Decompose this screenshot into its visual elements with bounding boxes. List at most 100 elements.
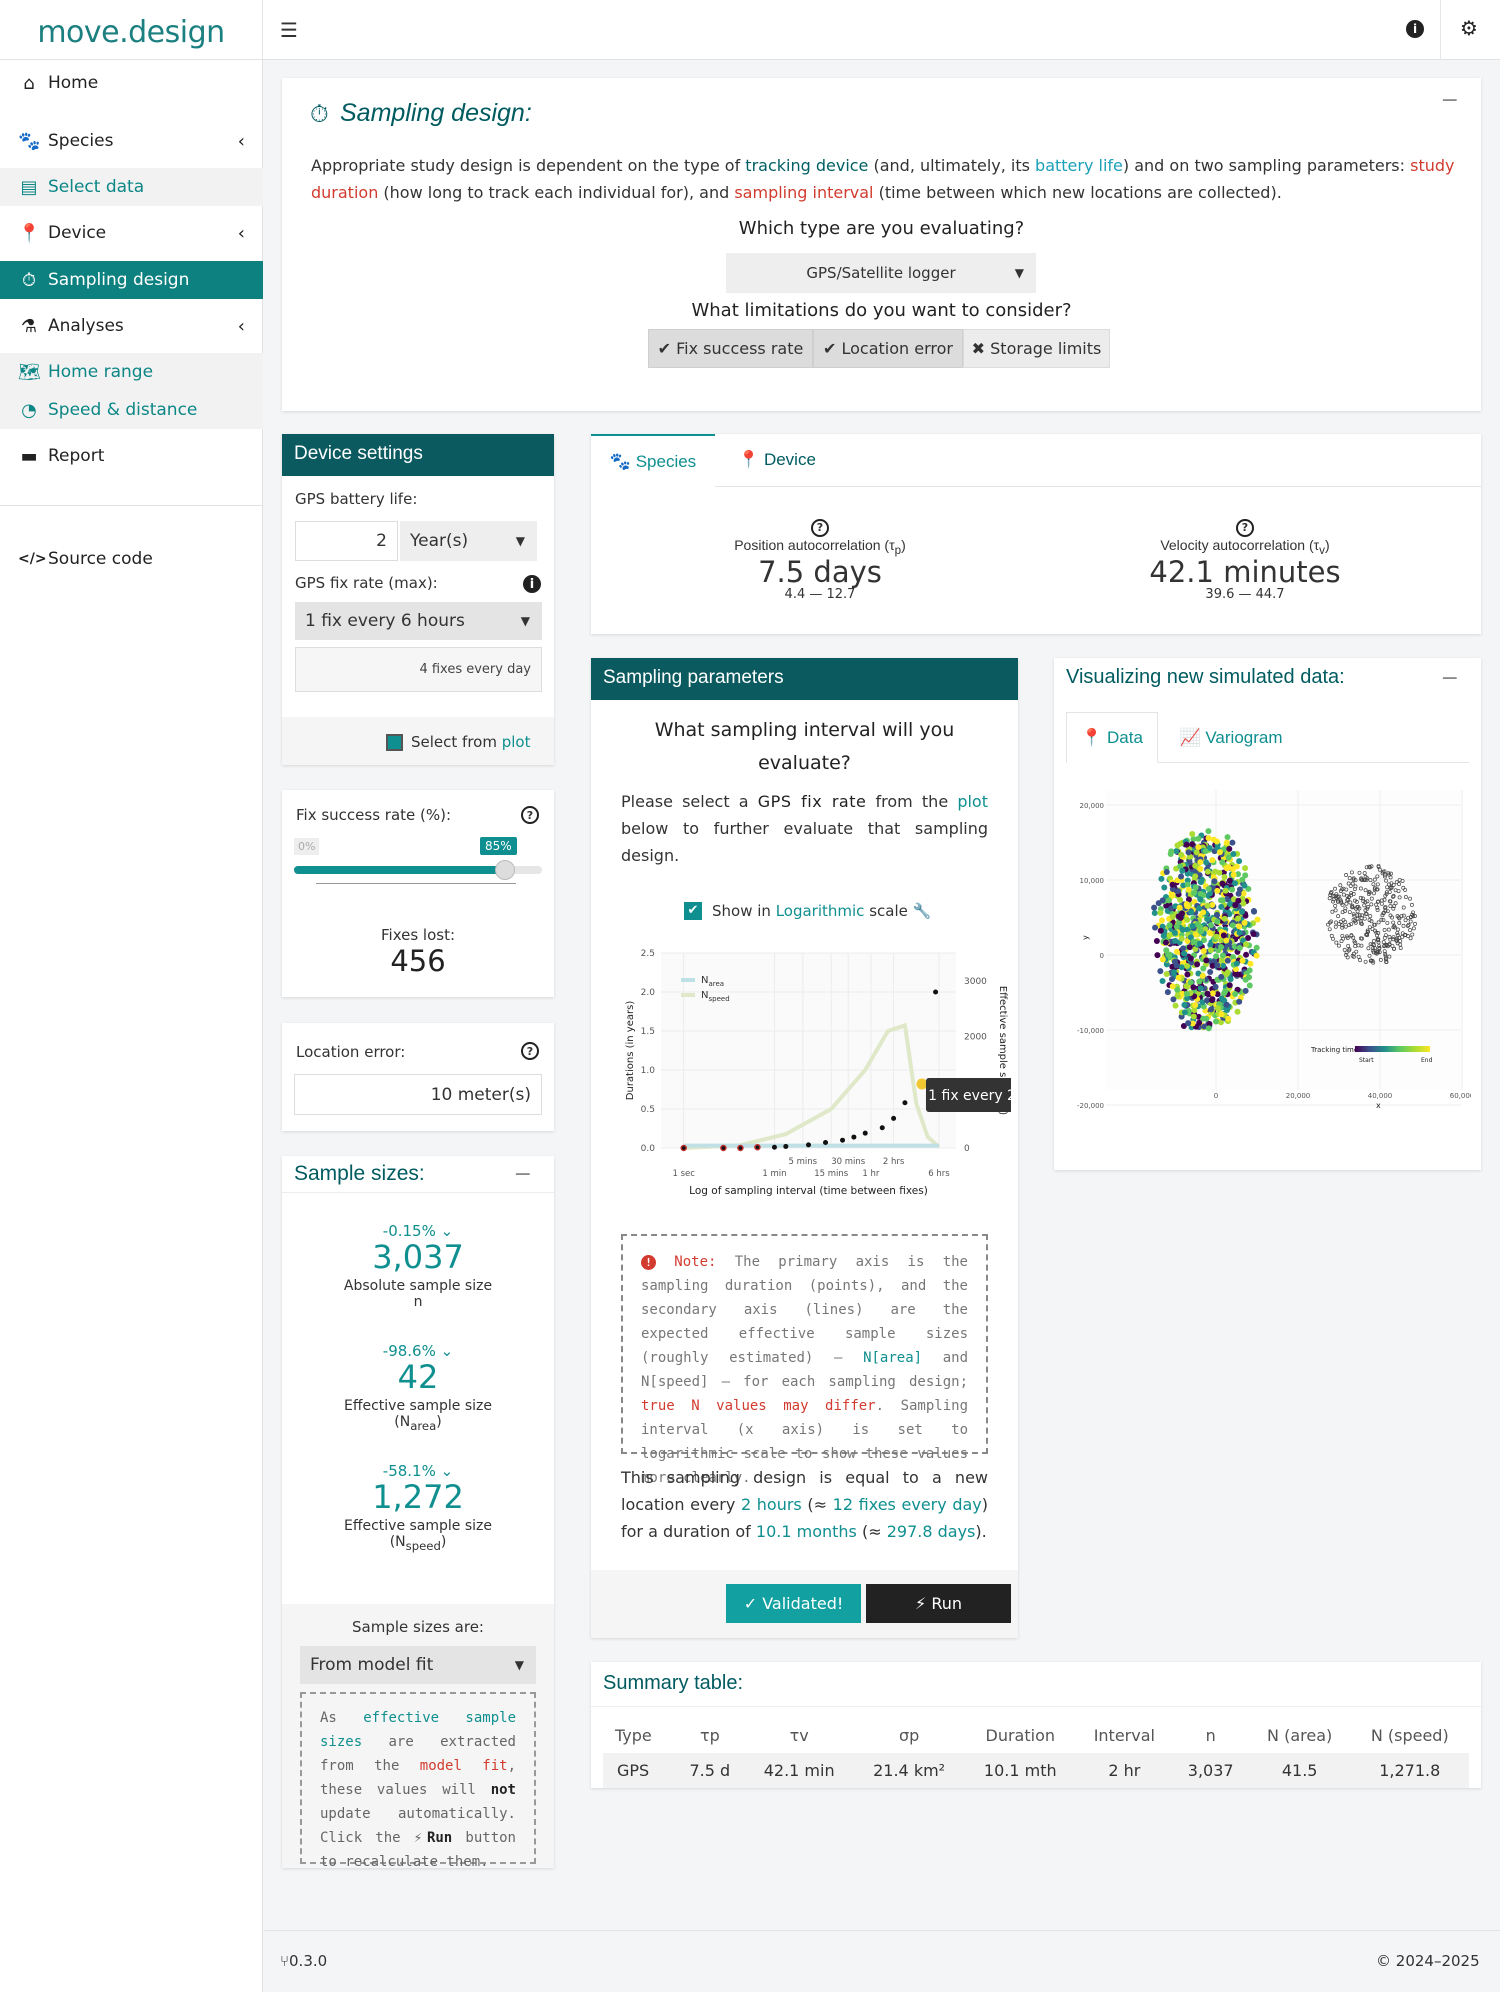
track-point <box>1207 922 1214 929</box>
gears-icon[interactable]: ⚙ <box>1460 16 1478 40</box>
tab-species[interactable]: 🐾 Species <box>591 434 715 487</box>
summary-table-box: Summary table: Type τp τv σp Duration In… <box>591 1662 1481 1788</box>
collapse-button[interactable]: − <box>1441 666 1459 691</box>
track-point <box>1250 930 1257 937</box>
track-point <box>1195 844 1202 851</box>
data-point <box>879 1125 885 1131</box>
track-point <box>1213 1018 1220 1025</box>
table-row[interactable]: GPS 7.5 d 42.1 min 21.4 km² 10.1 mth 2 h… <box>603 1753 1469 1788</box>
sidebar-item-sampling-design[interactable]: ⏱ Sampling design <box>0 261 263 299</box>
exclamation-icon: ! <box>641 1255 656 1270</box>
track-point <box>1229 839 1236 846</box>
track-point <box>1161 884 1168 891</box>
info-icon[interactable]: i <box>1406 20 1424 38</box>
track-point <box>1220 932 1227 939</box>
track-point <box>1185 1020 1192 1027</box>
sampling-design-box: ⏱ Sampling design: − Appropriate study d… <box>282 78 1481 411</box>
x-tick-label: 30 mins <box>831 1157 866 1167</box>
track-point <box>1224 969 1231 976</box>
track-point <box>1184 963 1191 970</box>
track-point <box>1242 976 1249 983</box>
sidebar-item-device[interactable]: 📍 Device ‹ <box>0 210 263 256</box>
tab-variogram[interactable]: 📈 Variogram <box>1166 712 1296 763</box>
sampling-params-box: Sampling parameters What sampling interv… <box>591 658 1018 1638</box>
track-point <box>1203 859 1210 866</box>
fixrate-label: GPS fix rate (max): <box>295 574 438 592</box>
legend-gradient <box>1355 1046 1430 1052</box>
chevron-left-icon: ‹ <box>237 130 245 152</box>
battery-unit-select[interactable]: Year(s) ▼ <box>400 521 537 561</box>
chevron-down-icon: ⌄ <box>440 1342 454 1360</box>
x-tick-label: 20,000 <box>1286 1092 1311 1100</box>
sidebar-item-report[interactable]: ▬ Report <box>0 433 263 479</box>
log-scale-label: Show in Logarithmic scale 🔧 <box>712 902 932 920</box>
sidebar-item-home[interactable]: ⌂ Home <box>0 60 263 106</box>
tab-data[interactable]: 📍 Data <box>1066 712 1158 763</box>
track-point <box>1175 913 1182 920</box>
track-point <box>1169 983 1176 990</box>
track-point <box>1204 990 1211 997</box>
battery-life-input[interactable]: 2 <box>295 521 398 561</box>
sidebar-item-species[interactable]: 🐾 Species ‹ <box>0 118 263 164</box>
validated-button[interactable]: ✓ Validated! <box>726 1584 861 1623</box>
track-point <box>1211 878 1218 885</box>
track-point <box>1219 897 1226 904</box>
track-point <box>1213 911 1220 918</box>
sampling-chart[interactable]: 0.00.51.01.52.02.501000200030001 sec1 mi… <box>621 928 1011 1213</box>
fix-success-rate-toggle[interactable]: ✔ Fix success rate <box>648 329 813 368</box>
run-button[interactable]: ⚡ Run <box>866 1584 1011 1623</box>
track-point <box>1224 1007 1231 1014</box>
chevron-left-icon: ‹ <box>237 222 245 244</box>
track-point <box>1157 909 1164 916</box>
fixes-per-day-field: 4 fixes every day <box>295 647 542 692</box>
app-logo[interactable]: move.design <box>0 0 263 60</box>
track-point <box>1208 1006 1215 1013</box>
line-chart-icon: 📈 <box>1179 727 1206 747</box>
collapse-button[interactable]: − <box>514 1162 532 1187</box>
page-title: Sampling design: <box>340 99 532 127</box>
sidebar-item-home-range[interactable]: 🗺 Home range <box>0 353 263 391</box>
track-point <box>1243 941 1250 948</box>
y-axis-label: Durations (in years) <box>625 1001 636 1101</box>
sidebar-item-analyses[interactable]: ⚗ Analyses ‹ <box>0 303 263 349</box>
track-point <box>1172 1002 1179 1009</box>
log-scale-checkbox[interactable]: ✔ <box>684 902 702 920</box>
caret-down-icon: ▼ <box>520 614 530 628</box>
select-from-plot-checkbox[interactable] <box>386 734 403 751</box>
sidebar-item-select-data[interactable]: ▤ Select data <box>0 168 263 206</box>
question-circle-icon[interactable]: ? <box>521 806 539 824</box>
track-point <box>1168 976 1175 983</box>
simulated-data-plot: 20,000 10,000 0 -10,000 -20,000 0 20,000 40,000… <box>1077 790 1471 1110</box>
location-error-toggle[interactable]: ✔ Location error <box>813 329 963 368</box>
fix-rate-select[interactable]: 1 fix every 6 hours ▼ <box>295 602 542 640</box>
sample-source-select[interactable]: From model fit ▼ <box>300 1646 536 1684</box>
footer <box>264 1930 1500 1992</box>
hamburger-icon[interactable]: ☰ <box>280 18 298 42</box>
map-icon: 🗺 <box>18 361 41 383</box>
track-point <box>1242 865 1249 872</box>
track-point <box>1214 887 1221 894</box>
question-circle-icon[interactable]: ? <box>521 1042 539 1060</box>
sidebar-item-speed-distance[interactable]: ◔ Speed & distance <box>0 391 263 429</box>
track-point <box>1230 871 1237 878</box>
data-point <box>851 1134 857 1140</box>
tab-device[interactable]: 📍 Device <box>715 434 839 486</box>
location-error-input[interactable]: 10 meter(s) <box>294 1074 542 1115</box>
track-point <box>1205 885 1212 892</box>
track-point <box>1172 937 1179 944</box>
sidebar-item-source-code[interactable]: </> Source code <box>0 536 263 582</box>
track-point <box>1229 922 1236 929</box>
slider-handle[interactable] <box>494 860 515 880</box>
collapse-button[interactable]: − <box>1441 88 1459 113</box>
info-icon[interactable]: i <box>523 575 541 593</box>
slider-value-label: 85% <box>480 837 517 855</box>
storage-limits-toggle[interactable]: ✖ Storage limits <box>963 329 1110 368</box>
question-circle-icon[interactable]: ? <box>811 519 829 537</box>
track-point <box>1189 922 1196 929</box>
track-point <box>1219 859 1226 866</box>
legend-title: Tracking time: <box>1310 1046 1361 1054</box>
track-point <box>1186 944 1193 951</box>
device-type-select[interactable]: GPS/Satellite logger ▼ <box>726 253 1036 293</box>
track-point <box>1178 851 1185 858</box>
question-circle-icon[interactable]: ? <box>1236 519 1254 537</box>
